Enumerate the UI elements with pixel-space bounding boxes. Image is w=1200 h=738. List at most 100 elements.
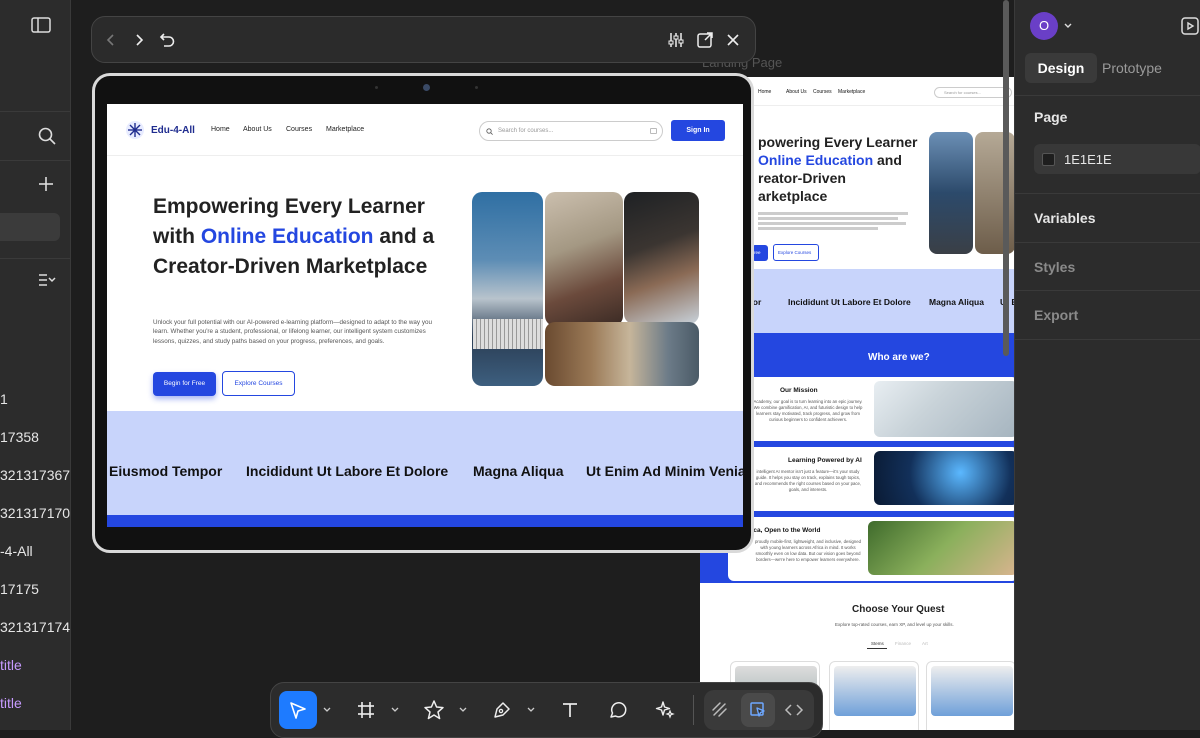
preview-nav-home: Home bbox=[758, 89, 772, 95]
hero-photo-jeans bbox=[472, 192, 543, 386]
settings-sliders-icon[interactable] bbox=[665, 29, 687, 51]
styles-section[interactable]: Styles bbox=[1034, 259, 1075, 275]
search-icon[interactable] bbox=[35, 124, 59, 148]
chevron-down-icon[interactable] bbox=[1063, 18, 1073, 36]
chevron-down-icon[interactable] bbox=[458, 705, 468, 715]
ai-tool-button[interactable] bbox=[646, 691, 684, 729]
preview-nav-about: About Us bbox=[786, 89, 807, 95]
site-search-input[interactable]: Search for courses... bbox=[479, 121, 663, 141]
avatar[interactable]: O bbox=[1030, 12, 1058, 40]
layer-item[interactable]: 1 bbox=[0, 391, 8, 407]
device-screen[interactable]: Edu-4-All Home About Us Courses Marketpl… bbox=[107, 104, 743, 527]
chevron-down-icon[interactable] bbox=[526, 705, 536, 715]
nav-marketplace[interactable]: Marketplace bbox=[326, 126, 364, 133]
present-icon[interactable] bbox=[1180, 16, 1200, 41]
preview-hero-line3: reator-Driven bbox=[758, 170, 846, 186]
layer-item[interactable]: 321317170 bbox=[0, 505, 70, 521]
hero-title: Empowering Every Learner with Online Edu… bbox=[153, 195, 435, 278]
hero-photo-student-laptop bbox=[624, 192, 699, 324]
forward-icon[interactable] bbox=[128, 29, 150, 51]
design-mode-button[interactable] bbox=[741, 693, 775, 727]
preview-primary-button: ree bbox=[752, 245, 768, 261]
layer-item-text[interactable]: title bbox=[0, 695, 22, 711]
layer-item[interactable]: 321317174 bbox=[0, 619, 70, 635]
tab-design[interactable]: Design bbox=[1025, 53, 1097, 83]
color-swatch[interactable] bbox=[1042, 153, 1055, 166]
reload-icon[interactable] bbox=[156, 29, 178, 51]
tab-prototype[interactable]: Prototype bbox=[1102, 60, 1162, 76]
text-tool-button[interactable] bbox=[551, 691, 589, 729]
chevron-down-icon[interactable] bbox=[322, 705, 332, 715]
close-icon[interactable] bbox=[722, 29, 744, 51]
add-page-icon[interactable] bbox=[34, 172, 58, 196]
selected-page-row[interactable] bbox=[0, 213, 60, 241]
export-section[interactable]: Export bbox=[1034, 307, 1078, 323]
nav-courses[interactable]: Courses bbox=[286, 126, 312, 133]
properties-panel: O Design Prototype Page 1E1E1E Variables… bbox=[1014, 0, 1200, 730]
canvas-scrollbar[interactable] bbox=[1003, 0, 1009, 356]
preview-secondary-button: Explore Courses bbox=[773, 244, 819, 261]
layer-item[interactable]: 17358 bbox=[0, 429, 39, 445]
shape-tool-button[interactable] bbox=[415, 691, 453, 729]
text-icon bbox=[563, 703, 577, 717]
design-mode-icon bbox=[750, 702, 765, 717]
preview-nav-marketplace: Marketplace bbox=[838, 89, 866, 95]
blue-section-top bbox=[107, 515, 743, 527]
draw-mode-button[interactable] bbox=[703, 691, 737, 729]
draw-icon bbox=[712, 702, 727, 717]
preview-tab-finance: Finance bbox=[895, 641, 912, 646]
preview-hero-desc bbox=[758, 210, 910, 240]
layer-item-text[interactable]: title bbox=[0, 657, 22, 673]
site-navbar: Edu-4-All Home About Us Courses Marketpl… bbox=[107, 104, 743, 156]
layer-item[interactable]: -4-All bbox=[0, 543, 33, 559]
marquee-band: Eiusmod Tempor Incididunt Ut Labore Et D… bbox=[107, 411, 743, 515]
preview-hero-line1: powering Every Learner bbox=[758, 134, 918, 150]
frame-tool-button[interactable] bbox=[347, 691, 385, 729]
page-section-title: Page bbox=[1034, 109, 1068, 125]
band-item: Incididunt Ut Labore Et Dolore bbox=[246, 463, 449, 479]
sidebar-toggle-icon[interactable] bbox=[29, 13, 53, 37]
logo-icon bbox=[126, 121, 144, 139]
page-color-field[interactable]: 1E1E1E bbox=[1034, 144, 1200, 174]
page-color-value[interactable]: 1E1E1E bbox=[1064, 152, 1112, 167]
preview-hero-line2: Online Education and bbox=[758, 152, 902, 168]
chevron-down-icon[interactable] bbox=[390, 705, 400, 715]
back-icon[interactable] bbox=[100, 29, 122, 51]
site-logo[interactable]: Edu-4-All bbox=[125, 120, 195, 140]
camera-icon bbox=[423, 84, 430, 91]
preview-hero-line4: arketplace bbox=[758, 188, 828, 204]
preview-course-card bbox=[829, 661, 919, 730]
sign-in-button[interactable]: Sign In bbox=[671, 120, 725, 141]
hero-photo-keyboard bbox=[473, 319, 543, 349]
pen-tool-button[interactable] bbox=[483, 691, 521, 729]
explore-courses-button[interactable]: Explore Courses bbox=[222, 371, 295, 396]
preview-nav-courses: Courses bbox=[813, 89, 832, 95]
layer-item[interactable]: 321317367 bbox=[0, 467, 70, 483]
preview-quest-subtitle: Explore top-rated courses, earn XP, and … bbox=[835, 622, 954, 627]
nav-home[interactable]: Home bbox=[211, 126, 230, 133]
sparkle-icon bbox=[655, 701, 675, 719]
comment-tool-button[interactable] bbox=[599, 691, 637, 729]
preview-hero-photo bbox=[929, 132, 973, 254]
band-item: Magna Aliqua bbox=[473, 463, 564, 479]
layer-item[interactable]: 17175 bbox=[0, 581, 39, 597]
preview-tab-art: Art bbox=[922, 641, 928, 646]
preview-search: Search for courses... bbox=[934, 87, 1012, 98]
tablet-device-frame: Edu-4-All Home About Us Courses Marketpl… bbox=[92, 73, 754, 553]
frame-icon bbox=[358, 702, 374, 718]
hero-photo-child bbox=[545, 192, 623, 326]
filter-icon[interactable] bbox=[650, 128, 657, 134]
dev-mode-button[interactable] bbox=[777, 691, 811, 729]
site-logo-text: Edu-4-All bbox=[151, 124, 195, 136]
code-icon bbox=[784, 704, 804, 716]
move-tool-button[interactable] bbox=[279, 691, 317, 729]
open-external-icon[interactable] bbox=[694, 29, 716, 51]
begin-for-free-button[interactable]: Begin for Free bbox=[153, 372, 216, 396]
collapse-layers-icon[interactable] bbox=[35, 268, 59, 292]
nav-about-us[interactable]: About Us bbox=[243, 126, 272, 133]
variables-section[interactable]: Variables bbox=[1034, 210, 1096, 226]
preview-tab-stems: Stems bbox=[871, 641, 884, 646]
preview-browser-bar bbox=[91, 16, 756, 63]
cursor-icon bbox=[290, 702, 306, 719]
preview-course-card bbox=[926, 661, 1014, 730]
